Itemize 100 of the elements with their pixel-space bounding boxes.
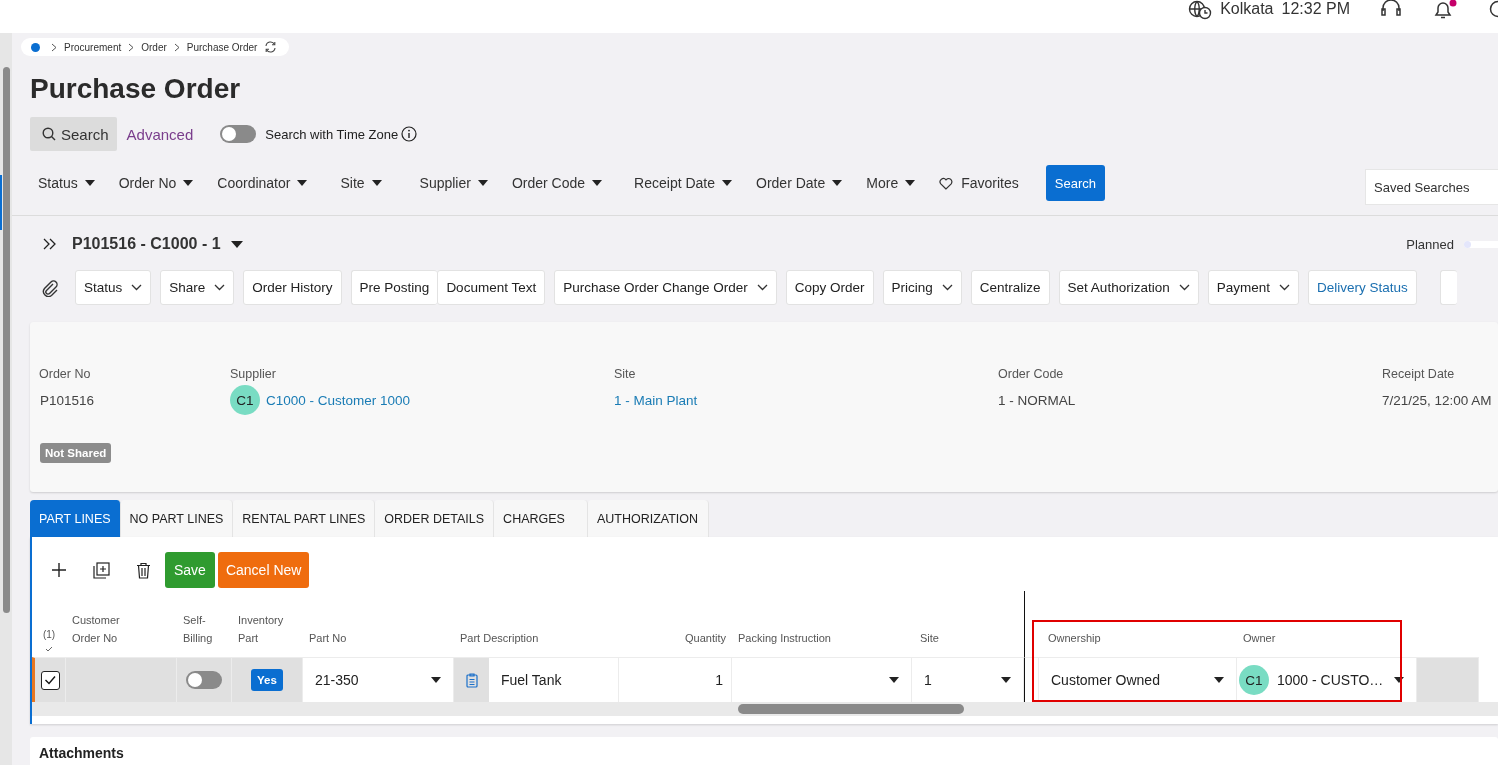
chevron-right-icon xyxy=(128,42,135,52)
heart-icon xyxy=(939,176,954,190)
self-billing-toggle[interactable] xyxy=(186,671,222,689)
column-header[interactable]: Site xyxy=(912,611,1024,657)
row-checkbox[interactable] xyxy=(40,670,60,690)
advanced-link[interactable]: Advanced xyxy=(126,125,194,143)
tab[interactable]: RENTAL PART LINES xyxy=(233,500,376,537)
field-label: Order No xyxy=(39,367,92,382)
avatar: C1 xyxy=(1239,665,1269,695)
command-menu-button[interactable]: Pricing xyxy=(882,270,962,305)
favorites-button[interactable]: Favorites xyxy=(939,175,1019,191)
filter-dropdown[interactable]: Supplier xyxy=(419,175,488,191)
info-icon xyxy=(401,126,418,142)
column-header[interactable]: Ownership xyxy=(1039,611,1237,657)
check-icon xyxy=(44,675,56,685)
filter-dropdown[interactable]: Order Code xyxy=(511,175,603,191)
caret-icon xyxy=(477,180,488,186)
column-header[interactable]: Quantity xyxy=(619,611,732,657)
command-button[interactable]: Document Text xyxy=(437,270,546,305)
command-menu-button[interactable]: Share xyxy=(160,270,235,305)
headset-icon xyxy=(1380,0,1402,18)
table-cell: Fuel Tank xyxy=(501,672,562,688)
chevron-right-icon xyxy=(173,42,180,52)
page-title: Purchase Order xyxy=(30,72,242,106)
horizontal-scrollbar[interactable] xyxy=(32,702,1498,716)
caret-icon xyxy=(371,180,382,186)
command-menu-button[interactable]: Payment xyxy=(1207,270,1299,305)
inventory-part-badge: Yes xyxy=(251,669,283,691)
saved-searches-dropdown[interactable]: Saved Searches xyxy=(1365,169,1498,205)
check-icon xyxy=(45,646,53,652)
caret-icon xyxy=(722,180,733,186)
column-header[interactable]: Inventory Part xyxy=(232,611,303,657)
tab[interactable]: ORDER DETAILS xyxy=(375,500,495,537)
bell-icon xyxy=(1432,0,1458,20)
document-icon xyxy=(465,672,478,688)
chevron-down-icon xyxy=(941,284,953,291)
caret-icon xyxy=(832,180,843,186)
table-cell: 1 xyxy=(619,657,732,702)
tab[interactable]: NO PART LINES xyxy=(120,500,234,537)
section-heading: Attachments xyxy=(39,745,125,761)
breadcrumb-link[interactable]: Purchase Order xyxy=(186,41,258,53)
command-link[interactable]: Delivery Status xyxy=(1307,270,1417,305)
search-tab[interactable]: Search xyxy=(30,117,117,151)
nav-indicator xyxy=(0,175,2,230)
command-button[interactable]: Pre Posting xyxy=(350,270,438,305)
column-header[interactable]: Part Description xyxy=(454,611,619,657)
tab[interactable]: CHARGES xyxy=(494,500,588,537)
column-header[interactable]: Customer Order No xyxy=(66,611,177,657)
command-menu-button[interactable]: Set Authorization xyxy=(1058,270,1199,305)
tab[interactable]: PART LINES xyxy=(30,500,121,537)
column-header[interactable]: Self-Billing xyxy=(177,611,232,657)
search-button[interactable]: Search xyxy=(1045,165,1105,201)
command-button[interactable]: Order History xyxy=(243,270,342,305)
field-value: 7/21/25, 12:00 AM xyxy=(1382,392,1492,408)
ownership-field[interactable]: Customer Owned xyxy=(1039,657,1237,702)
chevron-down-icon xyxy=(131,284,143,291)
caret-icon xyxy=(84,180,95,186)
notes-button[interactable] xyxy=(454,658,489,702)
paperclip-icon xyxy=(42,278,58,297)
filter-dropdown[interactable]: Receipt Date xyxy=(634,175,733,191)
breadcrumb-link[interactable]: Procurement xyxy=(64,41,122,53)
owner-field[interactable]: C1 1000 - CUSTO… xyxy=(1237,657,1417,702)
column-header[interactable]: Packing Instruction xyxy=(732,611,912,657)
chevron-down-icon xyxy=(1278,284,1290,291)
shared-badge: Not Shared xyxy=(40,443,112,463)
site-field[interactable]: 1 xyxy=(912,657,1024,702)
field-link[interactable]: C1000 - Customer 1000 xyxy=(266,392,411,408)
filter-dropdown[interactable]: Status xyxy=(38,175,95,191)
command-button[interactable]: Centralize xyxy=(970,270,1050,305)
home-dot[interactable] xyxy=(31,42,40,52)
column-header[interactable]: Owner xyxy=(1237,611,1417,657)
field-label: Order Code xyxy=(998,367,1065,382)
avatar: C1 xyxy=(230,385,260,415)
column-header[interactable]: Part No xyxy=(303,611,454,657)
command-menu-button[interactable]: Purchase Order Change Order xyxy=(554,270,777,305)
search-icon xyxy=(42,127,56,141)
record-selector[interactable]: P101516 - C1000 - 1 xyxy=(72,235,243,253)
command-button[interactable]: Copy Order xyxy=(785,270,874,305)
chevron-right-icon xyxy=(51,42,57,52)
scrollbar[interactable] xyxy=(0,33,12,765)
filter-dropdown[interactable]: Coordinator xyxy=(217,175,308,191)
packing-instruction-field[interactable] xyxy=(732,657,912,702)
toggle-label: Search with Time Zone xyxy=(265,126,399,142)
location-label: Kolkata xyxy=(1220,0,1274,18)
caret-icon xyxy=(905,180,916,186)
filter-dropdown[interactable]: Order No xyxy=(118,175,194,191)
save-button[interactable]: Save xyxy=(165,552,215,588)
filter-dropdown[interactable]: Order Date xyxy=(756,175,843,191)
field-label: Receipt Date xyxy=(1382,367,1456,382)
field-link[interactable]: 1 - Main Plant xyxy=(614,392,698,408)
tab[interactable]: AUTHORIZATION xyxy=(587,500,710,537)
toggle-switch[interactable] xyxy=(220,125,257,143)
duplicate-icon xyxy=(93,561,110,579)
filter-dropdown[interactable]: Site xyxy=(340,175,382,191)
status-label: Planned xyxy=(1406,236,1454,252)
breadcrumb-link[interactable]: Order xyxy=(141,41,167,53)
command-menu-button[interactable]: Status xyxy=(75,270,152,305)
part-number-field[interactable]: 21-350 xyxy=(303,657,454,702)
chevron-down-icon xyxy=(756,284,768,291)
filter-dropdown[interactable]: More xyxy=(866,175,916,191)
